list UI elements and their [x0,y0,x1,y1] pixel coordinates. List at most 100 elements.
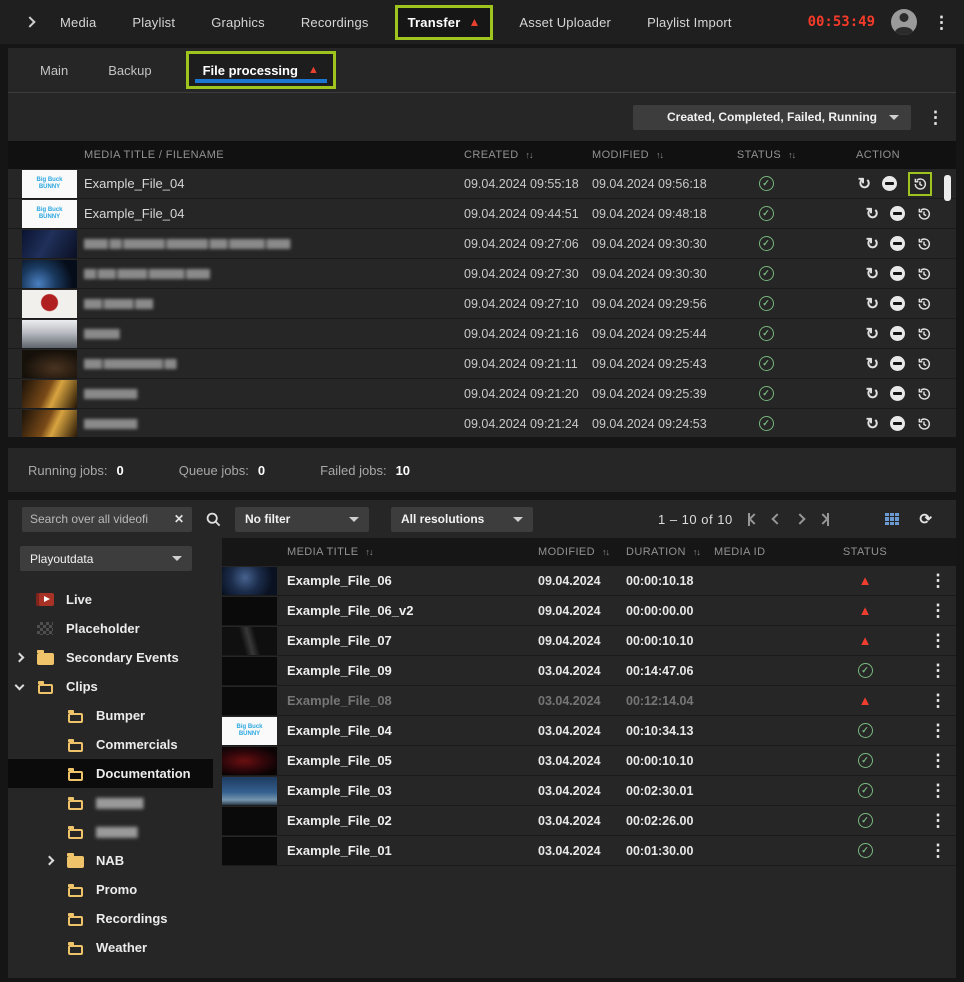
library-media-row[interactable]: Big Buck BUNNY Example_File_04 03.04.202… [222,716,956,746]
header-duration[interactable]: DURATION↑↓ [618,546,714,558]
folder-tree-item[interactable]: Commercials [8,730,213,759]
header-modified[interactable]: MODIFIED↑↓ [592,149,720,161]
folder-tree-item[interactable]: Clips [8,672,213,701]
expand-nav-chevron-icon[interactable] [24,16,35,27]
library-media-row[interactable]: Example_File_07 09.04.2024 00:00:10.10 ▲… [222,626,956,656]
library-media-row[interactable]: Example_File_02 03.04.2024 00:02:26.00 ✓… [222,806,956,836]
retry-job-button[interactable]: ↻ [866,384,879,404]
transfer-job-row[interactable]: ██ ███ █████ ██████ ████ 09.04.2024 09:2… [8,259,956,289]
row-kebab-menu[interactable]: ⋮ [920,722,956,739]
nav-item-asset-uploader[interactable]: Asset Uploader [519,15,611,30]
transfer-job-row[interactable]: ██████ 09.04.2024 09:21:16 09.04.2024 09… [8,319,956,349]
folder-tree-item[interactable]: Placeholder [8,614,213,643]
row-kebab-menu[interactable]: ⋮ [920,842,956,859]
library-media-row[interactable]: Example_File_05 03.04.2024 00:00:10.10 ✓… [222,746,956,776]
row-kebab-menu[interactable]: ⋮ [920,812,956,829]
sort-icon[interactable]: ↑↓ [365,547,372,557]
folder-tree-item[interactable]: ███████ [8,817,213,846]
job-history-button[interactable] [916,386,932,402]
cancel-job-button[interactable] [890,296,905,311]
cancel-job-button[interactable] [890,326,905,341]
cancel-job-button[interactable] [890,236,905,251]
sort-icon[interactable]: ↑↓ [602,547,609,557]
row-kebab-menu[interactable]: ⋮ [920,752,956,769]
nav-item-playlist[interactable]: Playlist [132,15,175,30]
next-page-button[interactable] [796,515,804,523]
status-filter-dropdown[interactable]: Created, Completed, Failed, Running [633,105,911,130]
library-media-row[interactable]: Example_File_08 03.04.2024 00:12:14.04 ▲… [222,686,956,716]
nav-kebab-menu[interactable]: ⋮ [933,14,950,31]
clear-search-icon[interactable]: ✕ [174,512,184,526]
retry-job-button[interactable]: ↻ [866,204,879,224]
tab-main[interactable]: Main [40,63,68,78]
row-kebab-menu[interactable]: ⋮ [920,662,956,679]
job-history-button[interactable] [916,356,932,372]
header-status[interactable]: STATUS↑↓ [720,149,812,161]
expand-chevron-icon[interactable] [14,653,24,663]
library-media-row[interactable]: Example_File_09 03.04.2024 00:14:47.06 ✓… [222,656,956,686]
expand-chevron-icon[interactable] [14,680,24,690]
transfer-job-row[interactable]: ███ ██████████ ██ 09.04.2024 09:21:11 09… [8,349,956,379]
transfer-job-row[interactable]: ████ ██ ███████ ███████ ███ ██████ ████ … [8,229,956,259]
retry-job-button[interactable]: ↻ [866,354,879,374]
sort-icon[interactable]: ↑↓ [693,547,700,557]
transfer-job-row[interactable]: ███ █████ ███ 09.04.2024 09:27:10 09.04.… [8,289,956,319]
cancel-job-button[interactable] [890,386,905,401]
cancel-job-button[interactable] [890,206,905,221]
row-kebab-menu[interactable]: ⋮ [920,572,956,589]
root-folder-dropdown[interactable]: Playoutdata [20,546,192,571]
job-history-button[interactable] [916,326,932,342]
retry-job-button[interactable]: ↻ [858,174,871,194]
transfer-job-row[interactable]: █████████ 09.04.2024 09:21:24 09.04.2024… [8,409,956,437]
header-created[interactable]: CREATED↑↓ [464,149,592,161]
sort-icon[interactable]: ↑↓ [526,150,533,160]
retry-job-button[interactable]: ↻ [866,324,879,344]
job-history-button[interactable] [908,172,932,196]
refresh-icon[interactable]: ⟳ [919,510,932,528]
folder-tree-item[interactable]: ████████ [8,788,213,817]
nav-item-graphics[interactable]: Graphics [211,15,265,30]
row-kebab-menu[interactable]: ⋮ [920,782,956,799]
folder-tree-item[interactable]: Weather [8,933,213,962]
nav-item-playlist-import[interactable]: Playlist Import [647,15,732,30]
retry-job-button[interactable]: ↻ [866,414,879,434]
job-history-button[interactable] [916,206,932,222]
cancel-job-button[interactable] [890,416,905,431]
folder-tree-item[interactable]: NAB [8,846,213,875]
search-icon[interactable] [206,512,221,527]
job-history-button[interactable] [916,416,932,432]
folder-tree-item[interactable]: Documentation [8,759,213,788]
library-media-row[interactable]: Example_File_01 03.04.2024 00:01:30.00 ✓… [222,836,956,866]
type-filter-dropdown[interactable]: No filter [235,507,369,532]
folder-tree-item[interactable]: Secondary Events [8,643,213,672]
search-input[interactable] [30,512,168,526]
header-modified[interactable]: MODIFIED↑↓ [530,546,618,558]
previous-page-button[interactable] [773,515,781,523]
retry-job-button[interactable]: ↻ [866,264,879,284]
resolution-filter-dropdown[interactable]: All resolutions [391,507,533,532]
cancel-job-button[interactable] [882,176,897,191]
row-kebab-menu[interactable]: ⋮ [920,632,956,649]
tab-file-processing[interactable]: File processing ▲ [186,51,336,89]
first-page-button[interactable] [748,513,758,526]
vertical-scrollbar[interactable] [944,175,951,201]
transfer-options-kebab[interactable]: ⋮ [927,109,944,126]
folder-tree-item[interactable]: Bumper [8,701,213,730]
library-media-row[interactable]: Example_File_06_v2 09.04.2024 00:00:00.0… [222,596,956,626]
sort-icon[interactable]: ↑↓ [656,150,663,160]
job-history-button[interactable] [916,296,932,312]
job-history-button[interactable] [916,236,932,252]
retry-job-button[interactable]: ↻ [866,234,879,254]
transfer-job-row[interactable]: Big Buck BUNNY Example_File_04 09.04.202… [8,199,956,229]
retry-job-button[interactable]: ↻ [866,294,879,314]
folder-tree-item[interactable]: Recordings [8,904,213,933]
library-media-row[interactable]: Example_File_03 03.04.2024 00:02:30.01 ✓… [222,776,956,806]
grid-view-icon[interactable] [885,513,899,526]
job-history-button[interactable] [916,266,932,282]
cancel-job-button[interactable] [890,266,905,281]
last-page-button[interactable] [819,513,829,526]
nav-item-transfer[interactable]: Transfer ▲ [395,5,494,40]
sort-icon[interactable]: ↑↓ [788,150,795,160]
folder-tree-item[interactable]: Promo [8,875,213,904]
row-kebab-menu[interactable]: ⋮ [920,602,956,619]
